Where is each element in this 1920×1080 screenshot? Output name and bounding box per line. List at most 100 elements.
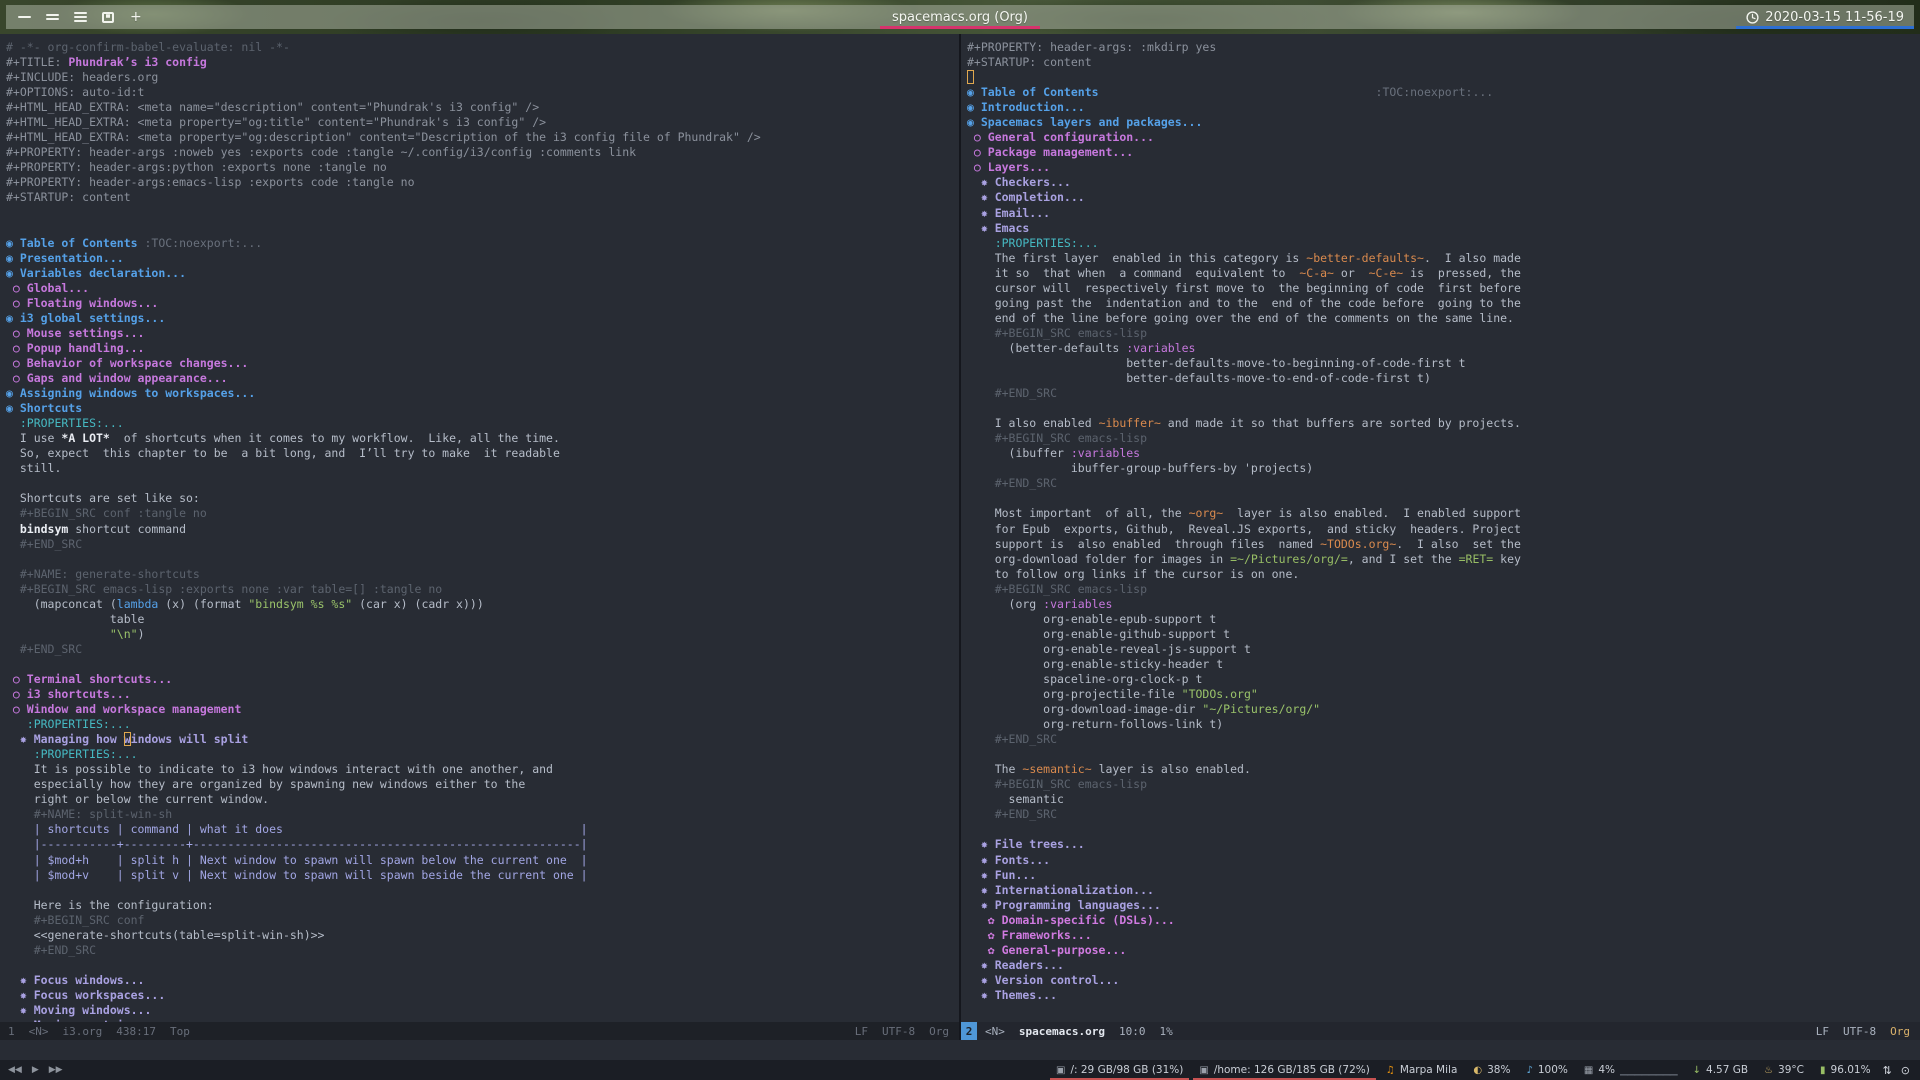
media-prev-button[interactable]: ◀◀ — [8, 1065, 22, 1075]
buffer-content-i3-org[interactable]: # -*- org-confirm-babel-evaluate: nil -*… — [0, 34, 959, 1022]
disk-home-module[interactable]: ▣ /home: 126 GB/185 GB (72%) — [1191, 1060, 1377, 1080]
music-icon: ♫ — [1385, 1064, 1395, 1076]
network-down-value: 4.57 GB — [1706, 1064, 1749, 1076]
window-number-badge: 2 — [961, 1022, 977, 1040]
buffer-line: #+NAME: split-win-sh — [6, 807, 173, 822]
buffer-line: #+STARTUP: content — [967, 55, 1092, 70]
network-down-module[interactable]: ↓ 4.57 GB — [1685, 1060, 1756, 1080]
buffer-line: ✿ General-purpose... — [967, 942, 1127, 957]
buffer-line — [6, 476, 959, 491]
buffer-line: ○ Popup handling... — [6, 340, 145, 355]
brightness-module[interactable]: ◐ 38% — [1465, 1060, 1518, 1080]
buffer-line — [6, 958, 959, 973]
buffer-line: ◉ Assigning windows to workspaces... — [6, 386, 256, 401]
buffer-line: ✸ Programming languages... — [967, 897, 1161, 912]
buffer-line: ○ Package management... — [967, 145, 1134, 160]
buffer-line: org-return-follows-link t) — [967, 717, 1224, 732]
buffer-line: :PROPERTIES:... — [6, 747, 138, 762]
eol-indicator: LF — [854, 1024, 868, 1038]
buffer-line: #+END_SRC — [6, 641, 83, 656]
buffer-line: ◉ Table of Contents :TOC:noexport:... — [6, 235, 263, 250]
buffer-line: #+END_SRC — [6, 536, 83, 551]
buffer-line: ○ Layers... — [967, 160, 1051, 175]
workspace-1[interactable] — [18, 10, 31, 24]
clock-module[interactable]: 2020-03-15 11-56-19 — [1736, 5, 1914, 29]
buffer-line — [6, 552, 959, 567]
buffer-name: i3.org — [62, 1024, 103, 1038]
buffer-line: ○ Global... — [6, 280, 90, 295]
scroll-position: 1% — [1159, 1024, 1173, 1038]
buffer-line: right or below the current window. — [6, 792, 270, 807]
buffer-line: | $mod+v | split v | Next window to spaw… — [6, 867, 588, 882]
buffer-window-i3-org[interactable]: # -*- org-confirm-babel-evaluate: nil -*… — [0, 34, 959, 1022]
buffer-line: ✸ Fonts... — [967, 852, 1051, 867]
buffer-line: ✸ Managing how windows will split — [6, 732, 249, 747]
cpu-module[interactable]: ▦ 4% ▁▁▁▁▁▁▁▁ — [1576, 1060, 1685, 1080]
media-play-button[interactable]: ▶ — [32, 1065, 39, 1075]
disk-root-module[interactable]: ▣ /: 29 GB/98 GB (31%) — [1048, 1060, 1191, 1080]
workspace-3[interactable] — [74, 10, 87, 24]
buffer-line: bindsym shortcut command — [19, 521, 187, 536]
volume-value: 100% — [1537, 1064, 1568, 1076]
battery-value: 96.01% — [1830, 1064, 1871, 1076]
media-next-button[interactable]: ▶▶ — [49, 1065, 63, 1075]
buffer-content-spacemacs-org[interactable]: #+PROPERTY: header-args: :mkdirp yes #+ST… — [961, 34, 1920, 1003]
power-icon[interactable]: ⊙ — [1901, 1064, 1910, 1077]
buffer-line: ✸ Moving windows... — [6, 1003, 152, 1017]
buffer-line: ◉ Spacemacs layers and packages... — [967, 115, 1203, 130]
buffer-line: ○ General configuration... — [967, 130, 1154, 145]
temperature-module[interactable]: ♨ 39°C — [1756, 1060, 1812, 1080]
buffer-line: | $mod+h | split h | Next window to spaw… — [6, 852, 588, 867]
buffer-line: ✸ Email... — [967, 205, 1051, 220]
buffer-line: Most important of all, the ~org~ layer i… — [967, 506, 1521, 521]
buffer-window-spacemacs-org[interactable]: #+PROPERTY: header-args: :mkdirp yes #+ST… — [961, 34, 1920, 1022]
battery-module[interactable]: ▮ 96.01% — [1812, 1060, 1879, 1080]
encoding-indicator: UTF-8 — [882, 1024, 916, 1038]
modeline-active: 2 <N> spacemacs.org 10:0 1% LF UTF-8 Org — [961, 1022, 1920, 1040]
cursor-position: 10:0 — [1118, 1024, 1146, 1038]
buffer-line: ○ Gaps and window appearance... — [6, 371, 228, 386]
buffer-line: ✸ Focus workspaces... — [6, 987, 166, 1002]
modeline-inactive: 1 <N> i3.org 438:17 Top LF UTF-8 Org — [0, 1022, 959, 1040]
buffer-line: #+HTML_HEAD_EXTRA: <meta property="og:de… — [6, 130, 761, 145]
speaker-icon: ♪ — [1526, 1064, 1533, 1076]
active-window-title: spacemacs.org (Org) — [879, 5, 1041, 29]
workspace-new[interactable]: + — [130, 10, 143, 24]
buffer-line: ibuffer-group-buffers-by 'projects) — [967, 461, 1314, 476]
buffer-line: ◉ Variables declaration... — [6, 265, 187, 280]
buffer-line: #+END_SRC — [6, 942, 97, 957]
buffer-line: #+END_SRC — [967, 476, 1058, 491]
buffer-line: #+NAME: generate-shortcuts — [6, 566, 200, 581]
echo-area — [0, 1040, 1920, 1060]
workspace-2[interactable] — [46, 10, 59, 24]
buffer-line: for Epub exports, Github, Reveal.JS expo… — [967, 521, 1521, 536]
status-modules: ▣ /: 29 GB/98 GB (31%) ▣ /home: 126 GB/185 … — [1048, 1060, 1879, 1080]
window-number: 1 — [8, 1024, 15, 1038]
eol-indicator: LF — [1815, 1024, 1829, 1038]
buffer-line: ✸ Emacs — [967, 220, 1030, 235]
buffer-line: ◉ i3 global settings... — [6, 310, 166, 325]
buffer-line: better-defaults-move-to-beginning-of-cod… — [967, 355, 1466, 370]
evil-state-indicator: <N> — [28, 1024, 49, 1038]
buffer-line: # -*- org-confirm-babel-evaluate: nil -*… — [6, 40, 290, 54]
buffer-line — [6, 221, 959, 236]
buffer-line: #+BEGIN_SRC emacs-lisp — [967, 777, 1148, 792]
music-module[interactable]: ♫ Marpa Mila — [1378, 1060, 1466, 1080]
buffer-line: still. — [6, 461, 62, 476]
buffer-line: ✿ Domain-specific (DSLs)... — [967, 912, 1175, 927]
volume-module[interactable]: ♪ 100% — [1518, 1060, 1575, 1080]
disk-icon: ▣ — [1199, 1064, 1209, 1076]
workspace-4[interactable] — [102, 10, 115, 24]
network-icon[interactable]: ⇅ — [1883, 1064, 1892, 1077]
buffer-line — [967, 747, 1920, 762]
buffer-line — [6, 883, 959, 898]
disk-home-value: /home: 126 GB/185 GB (72%) — [1213, 1064, 1370, 1076]
buffer-line: I also enabled ~ibuffer~ and made it so … — [967, 416, 1521, 431]
buffer-name: spacemacs.org — [1018, 1024, 1105, 1038]
buffer-line: org-download folder for images in =~/Pic… — [967, 551, 1521, 566]
cpu-sparkline: ▁▁▁▁▁▁▁▁ — [1620, 1064, 1678, 1076]
buffer-line: ✸ Checkers... — [967, 175, 1071, 190]
buffer-line: #+BEGIN_SRC emacs-lisp — [967, 581, 1148, 596]
buffer-line: #+PROPERTY: header-args:python :exports … — [6, 160, 387, 175]
buffer-line: ○ i3 shortcuts... — [6, 687, 131, 702]
